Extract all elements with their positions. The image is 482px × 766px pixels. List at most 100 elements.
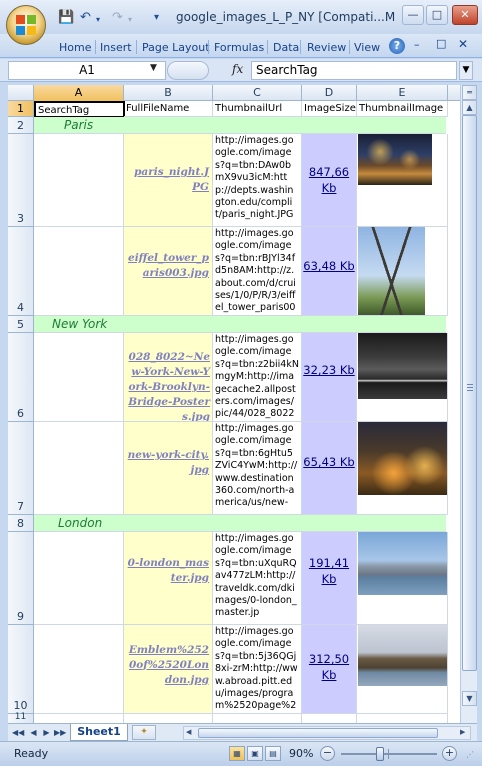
zoom-out-icon[interactable]: − (320, 746, 335, 761)
cell-c11[interactable] (213, 714, 302, 723)
row-header[interactable]: 11 (8, 712, 34, 723)
group-row[interactable]: New York (34, 316, 446, 333)
image-size-link[interactable]: 65,43 Kb (303, 454, 354, 470)
cell-a10[interactable] (34, 625, 124, 714)
resize-grip-icon[interactable]: ⋰ (466, 750, 474, 759)
url-cell[interactable]: http://images.google.com/images?q=tbn:DA… (213, 134, 302, 227)
undo-icon[interactable]: ↶ (80, 11, 91, 25)
cell-a11[interactable] (34, 714, 124, 723)
image-size-link[interactable]: 32,23 Kb (303, 362, 354, 378)
tab-view[interactable]: View (351, 38, 383, 57)
vertical-scrollbar[interactable]: ═ ▲ ▼ (460, 85, 477, 723)
cell-d10[interactable]: 312,50 Kb (302, 625, 357, 714)
file-link[interactable]: 0-london_master.jpg (124, 556, 212, 586)
row-header[interactable]: 9 (8, 532, 34, 625)
redo-dropdown-icon[interactable]: ▾ (128, 13, 132, 27)
doc-minimize-icon[interactable]: – (414, 38, 420, 51)
formula-tools[interactable] (167, 61, 209, 80)
scroll-left-icon[interactable]: ◀ (186, 728, 191, 736)
scroll-up-icon[interactable]: ▲ (462, 100, 477, 115)
file-link[interactable]: eiffel_tower_paris003.jpg (124, 251, 212, 281)
horizontal-scroll-thumb[interactable] (198, 728, 438, 738)
prev-sheet-icon[interactable]: ◀ (28, 726, 39, 739)
file-link[interactable]: Emblem%2520of%2520London.jpg (124, 643, 212, 688)
cell-b3[interactable]: paris_night.JPG (124, 134, 213, 227)
tab-review[interactable]: Review (304, 38, 349, 57)
cell-b10[interactable]: Emblem%2520of%2520London.jpg (124, 625, 213, 714)
cell-d6[interactable]: 32,23 Kb (302, 333, 357, 422)
vertical-scroll-thumb[interactable] (462, 115, 477, 671)
row-header[interactable]: 4 (8, 227, 34, 316)
name-box[interactable]: A1 (8, 61, 166, 80)
westminster-thumbnail[interactable] (358, 625, 447, 686)
redo-icon[interactable]: ↷ (112, 11, 123, 25)
file-link[interactable]: new-york-city.jpg (124, 448, 212, 478)
cell-b11[interactable] (124, 714, 213, 723)
row-header[interactable]: 10 (8, 625, 34, 714)
normal-view-icon[interactable]: ▦ (229, 746, 245, 761)
row-header[interactable]: 6 (8, 333, 34, 422)
tab-data[interactable]: Data (270, 38, 302, 57)
cell-b1[interactable]: FullFileName (124, 101, 213, 117)
chevron-down-icon[interactable]: ▼ (150, 63, 157, 73)
url-cell[interactable]: http://images.google.com/images?q=tbn:rB… (213, 227, 302, 316)
url-cell[interactable]: http://images.google.com/images?q=tbn:6g… (213, 422, 302, 515)
scroll-right-icon[interactable]: ▶ (460, 728, 465, 736)
zoom-slider-thumb[interactable] (376, 747, 384, 761)
doc-restore-icon[interactable]: □ (436, 37, 446, 50)
zoom-level[interactable]: 90% (289, 747, 313, 760)
file-link[interactable]: paris_night.JPG (124, 165, 212, 195)
cell-a3[interactable] (34, 134, 124, 227)
image-size-link[interactable]: 63,48 Kb (303, 258, 354, 274)
file-link[interactable]: 028_8022~New-York-New-York-Brooklyn-Brid… (124, 350, 212, 421)
expand-formula-bar-icon[interactable]: ▼ (459, 61, 473, 80)
tab-page-layout[interactable]: Page Layout (139, 38, 213, 57)
url-cell[interactable]: http://images.google.com/images?q=tbn:5j… (213, 625, 302, 714)
minimize-button[interactable]: — (402, 5, 424, 25)
cell-a9[interactable] (34, 532, 124, 625)
cell-b6[interactable]: 028_8022~New-York-New-York-Brooklyn-Brid… (124, 333, 213, 422)
cell-a6[interactable] (34, 333, 124, 422)
column-header-c[interactable]: C (213, 85, 302, 101)
zoom-in-icon[interactable]: + (442, 746, 457, 761)
cell-a4[interactable] (34, 227, 124, 316)
cell-b4[interactable]: eiffel_tower_paris003.jpg (124, 227, 213, 316)
image-size-link[interactable]: 312,50 Kb (302, 651, 356, 683)
insert-function-icon[interactable]: fx (232, 62, 243, 76)
doc-close-icon[interactable]: ✕ (458, 37, 468, 51)
column-header-b[interactable]: B (124, 85, 213, 101)
customize-toolbar-icon[interactable]: ▾ (154, 11, 159, 25)
url-cell[interactable]: http://images.google.com/images?q=tbn:z2… (213, 333, 302, 422)
column-header-a[interactable]: A (34, 85, 124, 101)
maximize-button[interactable]: □ (426, 5, 448, 25)
cell-d1[interactable]: ImageSize (302, 101, 357, 117)
scroll-down-icon[interactable]: ▼ (462, 691, 477, 706)
tab-home[interactable]: Home (56, 38, 94, 57)
row-header[interactable]: 3 (8, 134, 34, 227)
url-cell[interactable]: http://images.google.com/images?q=tbn:uX… (213, 532, 302, 625)
last-sheet-icon[interactable]: ▶▶ (54, 726, 66, 739)
select-all-corner[interactable] (8, 85, 34, 101)
row-header[interactable]: 2 (8, 117, 34, 134)
cell-d7[interactable]: 65,43 Kb (302, 422, 357, 515)
new-york-city-thumbnail[interactable] (358, 422, 447, 495)
horizontal-scrollbar[interactable]: ◀ ▶ (183, 726, 471, 740)
cell-d9[interactable]: 191,41 Kb (302, 532, 357, 625)
paris-night-thumbnail[interactable] (358, 134, 432, 185)
cell-c1[interactable]: ThumbnailUrl (213, 101, 302, 117)
group-row[interactable]: Paris (34, 117, 446, 134)
cell-e1[interactable]: ThumbnailImage (357, 101, 448, 117)
help-icon[interactable]: ? (389, 38, 405, 54)
page-break-preview-icon[interactable]: ▤ (265, 746, 281, 761)
cell-b9[interactable]: 0-london_master.jpg (124, 532, 213, 625)
column-header-d[interactable]: D (302, 85, 357, 101)
brooklyn-bridge-thumbnail[interactable] (358, 333, 447, 399)
tab-insert[interactable]: Insert (97, 38, 135, 57)
page-layout-view-icon[interactable]: ▣ (247, 746, 263, 761)
cell-b7[interactable]: new-york-city.jpg (124, 422, 213, 515)
cell-d11[interactable] (302, 714, 357, 723)
formula-input[interactable]: SearchTag (251, 61, 457, 80)
row-header[interactable]: 1 (8, 101, 34, 117)
cell-e11[interactable] (357, 714, 448, 723)
row-header[interactable]: 7 (8, 422, 34, 515)
